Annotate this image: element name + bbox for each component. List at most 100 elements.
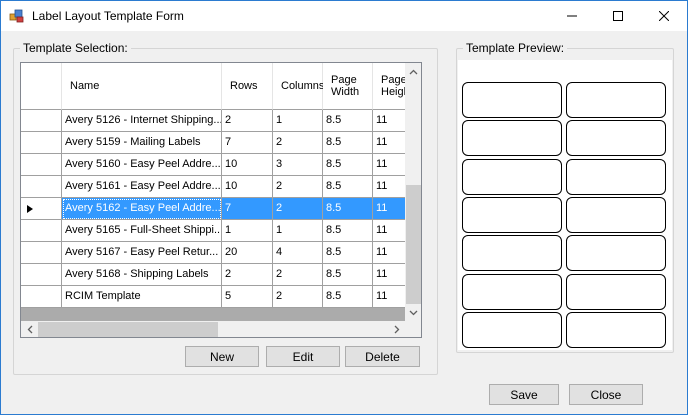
table-row[interactable]: Avery 5167 - Easy Peel Retur... 20 4 8.5 11	[21, 242, 413, 264]
cell-rows[interactable]: 7	[222, 198, 273, 220]
cell-name[interactable]: Avery 5168 - Shipping Labels	[62, 264, 222, 286]
row-header[interactable]	[21, 264, 62, 286]
edit-button[interactable]: Edit	[266, 346, 340, 367]
cell-columns[interactable]: 3	[273, 154, 323, 176]
preview-label-cell	[462, 82, 562, 118]
chevron-up-icon	[409, 69, 418, 74]
column-header-name[interactable]: Name	[62, 63, 222, 110]
cell-rows[interactable]: 10	[222, 176, 273, 198]
cell-rows[interactable]: 10	[222, 154, 273, 176]
cell-page-width[interactable]: 8.5	[323, 286, 373, 308]
row-header-corner	[21, 63, 62, 110]
row-header[interactable]	[21, 220, 62, 242]
preview-label-cell	[462, 196, 562, 233]
cell-rows[interactable]: 7	[222, 132, 273, 154]
cell-page-width[interactable]: 8.5	[323, 132, 373, 154]
close-window-button[interactable]	[641, 1, 687, 31]
scroll-up-arrow[interactable]	[405, 63, 421, 80]
preview-label-cell	[462, 273, 562, 310]
cell-name[interactable]: Avery 5161 - Easy Peel Addre...	[62, 176, 222, 198]
preview-label-cell	[462, 120, 562, 157]
table-row[interactable]: Avery 5160 - Easy Peel Addre... 10 3 8.5 11	[21, 154, 413, 176]
row-header[interactable]	[21, 176, 62, 198]
cell-columns[interactable]: 2	[273, 176, 323, 198]
cell-columns[interactable]: 1	[273, 220, 323, 242]
cell-page-width[interactable]: 8.5	[323, 110, 373, 132]
table-row[interactable]: Avery 5162 - Easy Peel Addre... 7 2 8.5 11	[21, 198, 413, 220]
table-row[interactable]: Avery 5168 - Shipping Labels 2 2 8.5 11	[21, 264, 413, 286]
table-row[interactable]: Avery 5165 - Full-Sheet Shippi... 1 1 8.5 11	[21, 220, 413, 242]
cell-page-width[interactable]: 8.5	[323, 264, 373, 286]
maximize-icon	[613, 11, 623, 21]
app-icon	[9, 9, 24, 23]
vertical-scroll-thumb[interactable]	[406, 185, 421, 304]
preview-label-cell	[462, 235, 562, 272]
cell-name[interactable]: Avery 5159 - Mailing Labels	[62, 132, 222, 154]
cell-name[interactable]: Avery 5160 - Easy Peel Addre...	[62, 154, 222, 176]
cell-name[interactable]: Avery 5165 - Full-Sheet Shippi...	[62, 220, 222, 242]
cell-rows[interactable]: 2	[222, 264, 273, 286]
scrollbar-corner	[405, 321, 421, 337]
cell-rows[interactable]: 1	[222, 220, 273, 242]
template-preview-label: Template Preview:	[463, 41, 568, 55]
scroll-left-arrow[interactable]	[21, 321, 38, 337]
cell-columns[interactable]: 2	[273, 132, 323, 154]
row-header[interactable]	[21, 110, 62, 132]
horizontal-scrollbar[interactable]	[21, 321, 405, 337]
template-grid[interactable]: Name Rows Columns Page Width Page Heigh …	[20, 62, 422, 338]
cell-name[interactable]: Avery 5126 - Internet Shipping...	[62, 110, 222, 132]
minimize-button[interactable]	[549, 1, 595, 31]
row-header[interactable]	[21, 242, 62, 264]
table-row[interactable]: Avery 5159 - Mailing Labels 7 2 8.5 11	[21, 132, 413, 154]
cell-name[interactable]: Avery 5167 - Easy Peel Retur...	[62, 242, 222, 264]
cell-page-width[interactable]: 8.5	[323, 242, 373, 264]
table-row[interactable]: Avery 5126 - Internet Shipping... 2 1 8.5 11	[21, 110, 413, 132]
chevron-left-icon	[27, 325, 32, 334]
row-pointer-icon	[27, 205, 33, 213]
table-row[interactable]: RCIM Template 5 2 8.5 11	[21, 286, 413, 308]
column-header-columns[interactable]: Columns	[273, 63, 324, 110]
cell-page-width[interactable]: 8.5	[323, 220, 373, 242]
template-selection-label: Template Selection:	[20, 41, 131, 55]
row-header[interactable]	[21, 286, 62, 308]
column-header-page-width[interactable]: Page Width	[323, 63, 373, 110]
delete-button[interactable]: Delete	[345, 346, 420, 367]
close-button[interactable]: Close	[569, 384, 643, 405]
cell-columns[interactable]: 1	[273, 110, 323, 132]
preview-label-cell	[462, 311, 562, 348]
horizontal-scroll-thumb[interactable]	[38, 322, 218, 337]
row-header[interactable]	[21, 154, 62, 176]
scroll-down-arrow[interactable]	[405, 304, 421, 321]
table-row[interactable]: Avery 5161 - Easy Peel Addre... 10 2 8.5 11	[21, 176, 413, 198]
title-bar[interactable]: Label Layout Template Form	[1, 1, 687, 31]
cell-rows[interactable]: 20	[222, 242, 273, 264]
template-preview-canvas	[458, 60, 672, 350]
vertical-scrollbar[interactable]	[405, 63, 421, 321]
maximize-button[interactable]	[595, 1, 641, 31]
close-icon	[659, 11, 669, 21]
preview-label-cell	[566, 311, 666, 348]
cell-name[interactable]: RCIM Template	[62, 286, 222, 308]
cell-rows[interactable]: 2	[222, 110, 273, 132]
cell-columns[interactable]: 2	[273, 264, 323, 286]
preview-label-cell	[566, 158, 666, 195]
cell-columns[interactable]: 2	[273, 198, 323, 220]
cell-columns[interactable]: 4	[273, 242, 323, 264]
cell-name[interactable]: Avery 5162 - Easy Peel Addre...	[62, 198, 222, 220]
new-button[interactable]: New	[185, 346, 259, 367]
cell-page-width[interactable]: 8.5	[323, 176, 373, 198]
cell-columns[interactable]: 2	[273, 286, 323, 308]
row-header[interactable]	[21, 198, 62, 220]
scroll-right-arrow[interactable]	[388, 321, 405, 337]
save-button[interactable]: Save	[489, 384, 559, 405]
preview-label-cell	[566, 273, 666, 310]
cell-rows[interactable]: 5	[222, 286, 273, 308]
grid-header: Name Rows Columns Page Width Page Heigh	[21, 63, 413, 110]
preview-label-cell	[462, 158, 562, 195]
row-header[interactable]	[21, 132, 62, 154]
cell-page-width[interactable]: 8.5	[323, 154, 373, 176]
column-header-rows[interactable]: Rows	[222, 63, 273, 110]
preview-label-cell	[566, 235, 666, 272]
cell-page-width[interactable]: 8.5	[323, 198, 373, 220]
preview-label-cell	[566, 82, 666, 118]
